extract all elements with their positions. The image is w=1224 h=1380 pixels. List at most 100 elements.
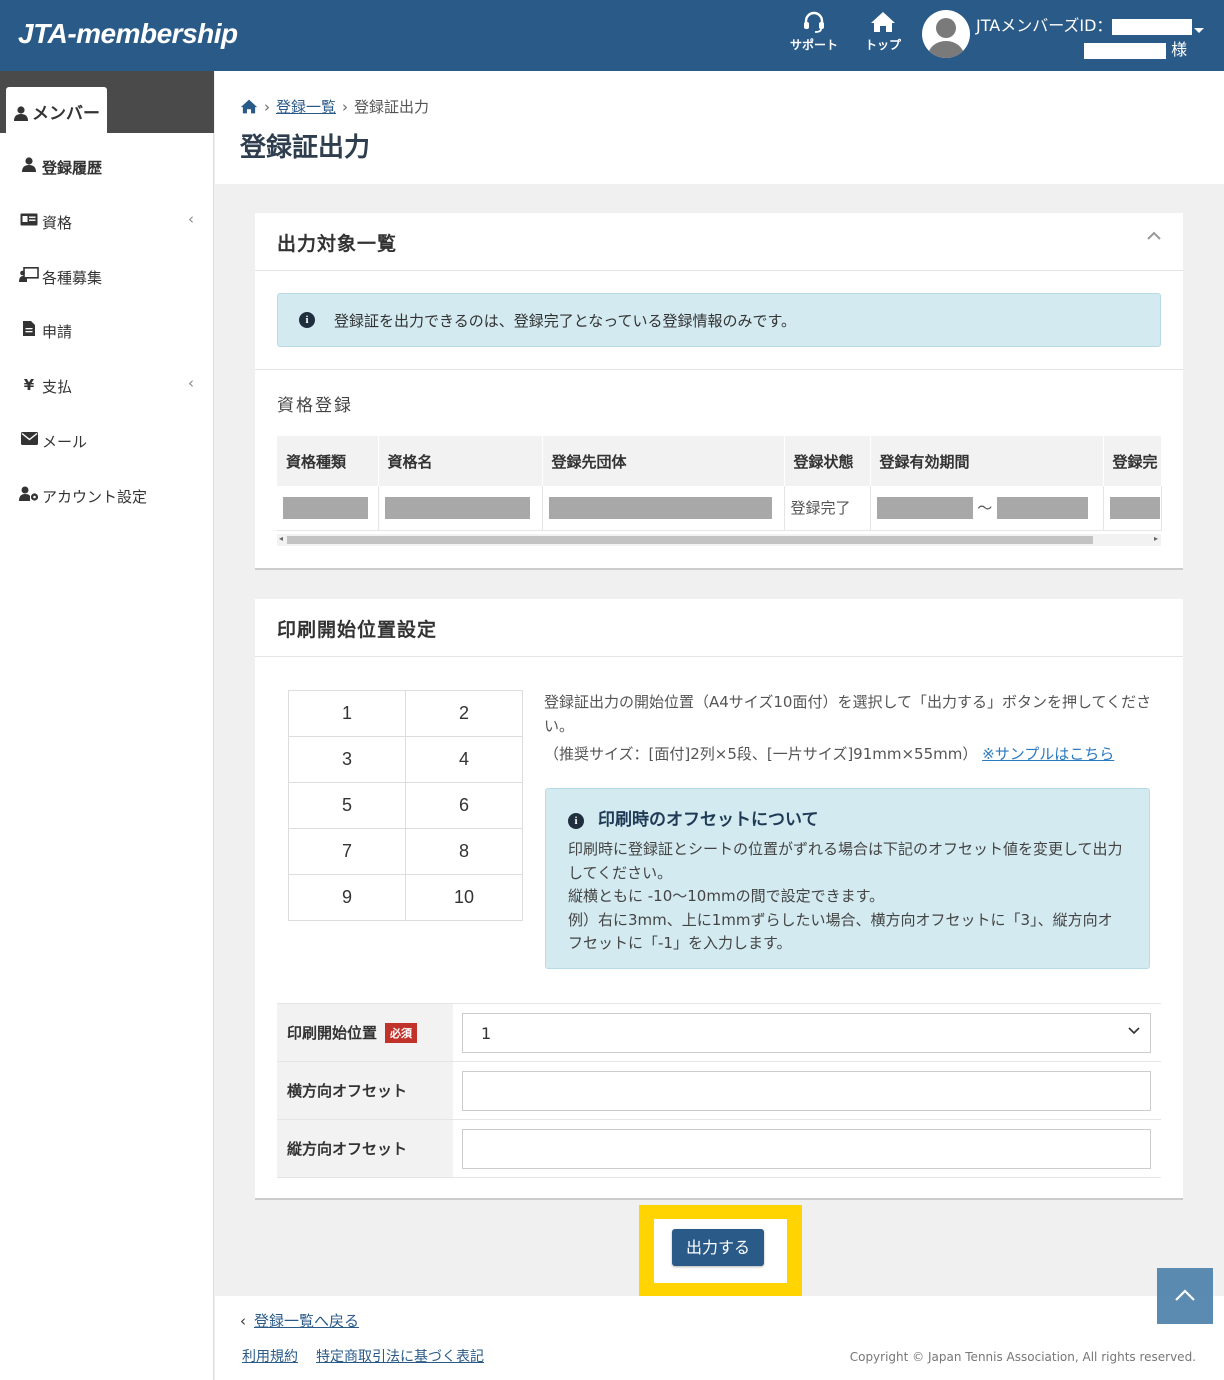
sidebar-item-application[interactable]: 申請 <box>0 311 214 351</box>
column-header: 資格種類 <box>277 436 379 486</box>
member-id: JTAメンバーズID： <box>976 12 1193 36</box>
column-header: 登録先団体 <box>542 436 785 486</box>
redacted-value <box>1109 496 1160 519</box>
target-list-card: 出力対象一覧 i 登録証を出力できるのは、登録完了となっている登録情報のみです。… <box>255 213 1183 570</box>
chevron-up-icon[interactable] <box>1147 231 1161 240</box>
chevron-down-icon <box>1128 1026 1140 1034</box>
output-button[interactable]: 出力する <box>672 1229 764 1266</box>
sidebar-item-label: 各種募集 <box>42 269 103 287</box>
top-header: JTA-membership サポート トップ JTAメンバーズID： 様 <box>0 0 1224 71</box>
support-label: サポート <box>789 38 838 52</box>
table-horizontal-scrollbar[interactable]: ◂ ▸ <box>277 534 1161 546</box>
file-icon <box>19 321 39 340</box>
required-badge: 必須 <box>385 1023 418 1043</box>
scroll-to-top-button[interactable] <box>1157 1268 1213 1324</box>
site-logo[interactable]: JTA-membership <box>18 18 238 50</box>
period-separator: ～ <box>977 498 993 517</box>
sidebar-item-registration-history[interactable]: 登録履歴 <box>0 147 214 187</box>
top-label: トップ <box>864 38 901 52</box>
horizontal-offset-input[interactable] <box>462 1070 1151 1111</box>
back-link-row: ‹ 登録一覧へ戻る <box>240 1310 359 1331</box>
offset-info-box: i 印刷時のオフセットについて 印刷時に登録証とシートの位置がずれる場合は下記のオ… <box>545 788 1150 969</box>
print-settings-form: 印刷開始位置 必須 1 横方向オフセット 縦方向オフセット <box>277 1003 1161 1178</box>
grid-cell: 7 <box>288 828 406 875</box>
recommended-size-text: （推奨サイズ：[面付]2列×5段、[一片サイズ]91mm×55mm） <box>544 745 978 763</box>
target-list-card-header[interactable]: 出力対象一覧 <box>255 213 1183 271</box>
footer: ‹ 登録一覧へ戻る 利用規約 特定商取引法に基づく表記 Copyright © Ja… <box>215 1296 1224 1380</box>
sidebar-item-payment[interactable]: ¥ 支払 ‹ <box>0 366 214 406</box>
footer-links: 利用規約 特定商取引法に基づく表記 <box>242 1346 502 1366</box>
info-icon: i <box>568 813 584 829</box>
redacted-value <box>997 497 1089 519</box>
info-alert-text: 登録証を出力できるのは、登録完了となっている登録情報のみです。 <box>334 312 797 330</box>
status-text: 登録完了 <box>790 499 851 518</box>
column-header: 資格名 <box>378 436 543 486</box>
sidebar-item-label: メール <box>42 433 88 451</box>
section-label: 資格登録 <box>277 396 353 416</box>
sidebar: メンバー 登録履歴 資格 ‹ 各種募集 申請 ¥ 支払 ‹ メール アカウント設… <box>0 71 214 1380</box>
honorific: 様 <box>1171 40 1188 59</box>
commercial-law-link[interactable]: 特定商取引法に基づく表記 <box>316 1349 484 1365</box>
redacted-value <box>876 497 973 519</box>
sidebar-item-label: 申請 <box>42 323 73 341</box>
yen-icon: ¥ <box>23 376 35 394</box>
home-icon[interactable] <box>240 99 258 114</box>
member-id-redacted <box>1112 18 1193 35</box>
table-cell <box>542 486 785 531</box>
sidebar-item-label: 支払 <box>42 378 73 396</box>
sidebar-item-label: 資格 <box>42 214 73 232</box>
sidebar-tab-label: メンバー <box>32 104 100 124</box>
grid-cell: 6 <box>405 782 523 829</box>
table-cell: 登録完了 <box>784 486 871 531</box>
id-card-icon <box>19 212 39 230</box>
card-title: 印刷開始位置設定 <box>277 619 438 641</box>
column-header: 登録完 <box>1103 436 1162 486</box>
selected-value: 1 <box>481 1023 492 1043</box>
table-cell <box>378 486 543 531</box>
print-position-card-header: 印刷開始位置設定 <box>255 599 1183 657</box>
chevron-up-icon <box>1175 1289 1195 1301</box>
grid-cell: 1 <box>288 690 406 737</box>
redacted-value <box>283 496 368 519</box>
top-button[interactable]: トップ <box>855 8 911 53</box>
sidebar-tab-member[interactable]: メンバー <box>6 87 107 133</box>
grid-cell: 2 <box>405 690 523 737</box>
vertical-offset-input[interactable] <box>462 1128 1151 1169</box>
output-button-highlight: 出力する <box>639 1205 802 1297</box>
card-title: 出力対象一覧 <box>277 233 398 255</box>
form-cell <box>453 1120 1161 1178</box>
envelope-icon <box>19 431 39 449</box>
terms-link[interactable]: 利用規約 <box>242 1349 298 1365</box>
avatar[interactable] <box>922 10 970 58</box>
offset-info-title: 印刷時のオフセットについて <box>598 810 819 830</box>
sidebar-item-account-settings[interactable]: アカウント設定 <box>0 476 214 516</box>
sidebar-item-label: 登録履歴 <box>42 159 103 177</box>
column-header: 登録有効期間 <box>870 436 1104 486</box>
info-alert: i 登録証を出力できるのは、登録完了となっている登録情報のみです。 <box>277 293 1161 347</box>
chevron-left-icon: ‹ <box>188 210 194 228</box>
member-name: 様 <box>1084 36 1187 60</box>
table-header-row: 資格種類 資格名 登録先団体 登録状態 登録有効期間 登録完 <box>277 436 1162 486</box>
support-button[interactable]: サポート <box>786 8 842 53</box>
offset-info-text: 例）右に3mm、上に1mmずらしたい場合、横方向オフセットに「3」、縦方向オフセ… <box>568 910 1113 953</box>
sidebar-item-mail[interactable]: メール <box>0 421 214 461</box>
chevron-left-icon: ‹ <box>188 374 194 392</box>
form-cell <box>453 1062 1161 1120</box>
grid-cell: 9 <box>288 874 406 921</box>
form-row: 印刷開始位置 必須 1 <box>277 1003 1161 1062</box>
sample-link[interactable]: ※サンプルはこちら <box>982 745 1114 763</box>
breadcrumb-link-registration-list[interactable]: 登録一覧 <box>276 98 336 116</box>
table-cell <box>277 486 379 531</box>
redacted-value <box>384 496 530 519</box>
form-row: 縦方向オフセット <box>277 1119 1161 1178</box>
sidebar-item-recruitment[interactable]: 各種募集 <box>0 257 214 297</box>
account-dropdown-icon[interactable] <box>1194 28 1204 33</box>
sidebar-item-qualification[interactable]: 資格 ‹ <box>0 202 214 242</box>
form-label: 横方向オフセット <box>277 1061 453 1120</box>
grid-cell: 10 <box>405 874 523 921</box>
back-to-list-link[interactable]: 登録一覧へ戻る <box>254 1312 359 1330</box>
chevron-left-icon: ‹ <box>240 1312 246 1330</box>
start-position-select[interactable]: 1 <box>462 1012 1151 1053</box>
member-name-redacted <box>1084 42 1166 59</box>
copyright: Copyright © Japan Tennis Association, Al… <box>849 1350 1196 1364</box>
